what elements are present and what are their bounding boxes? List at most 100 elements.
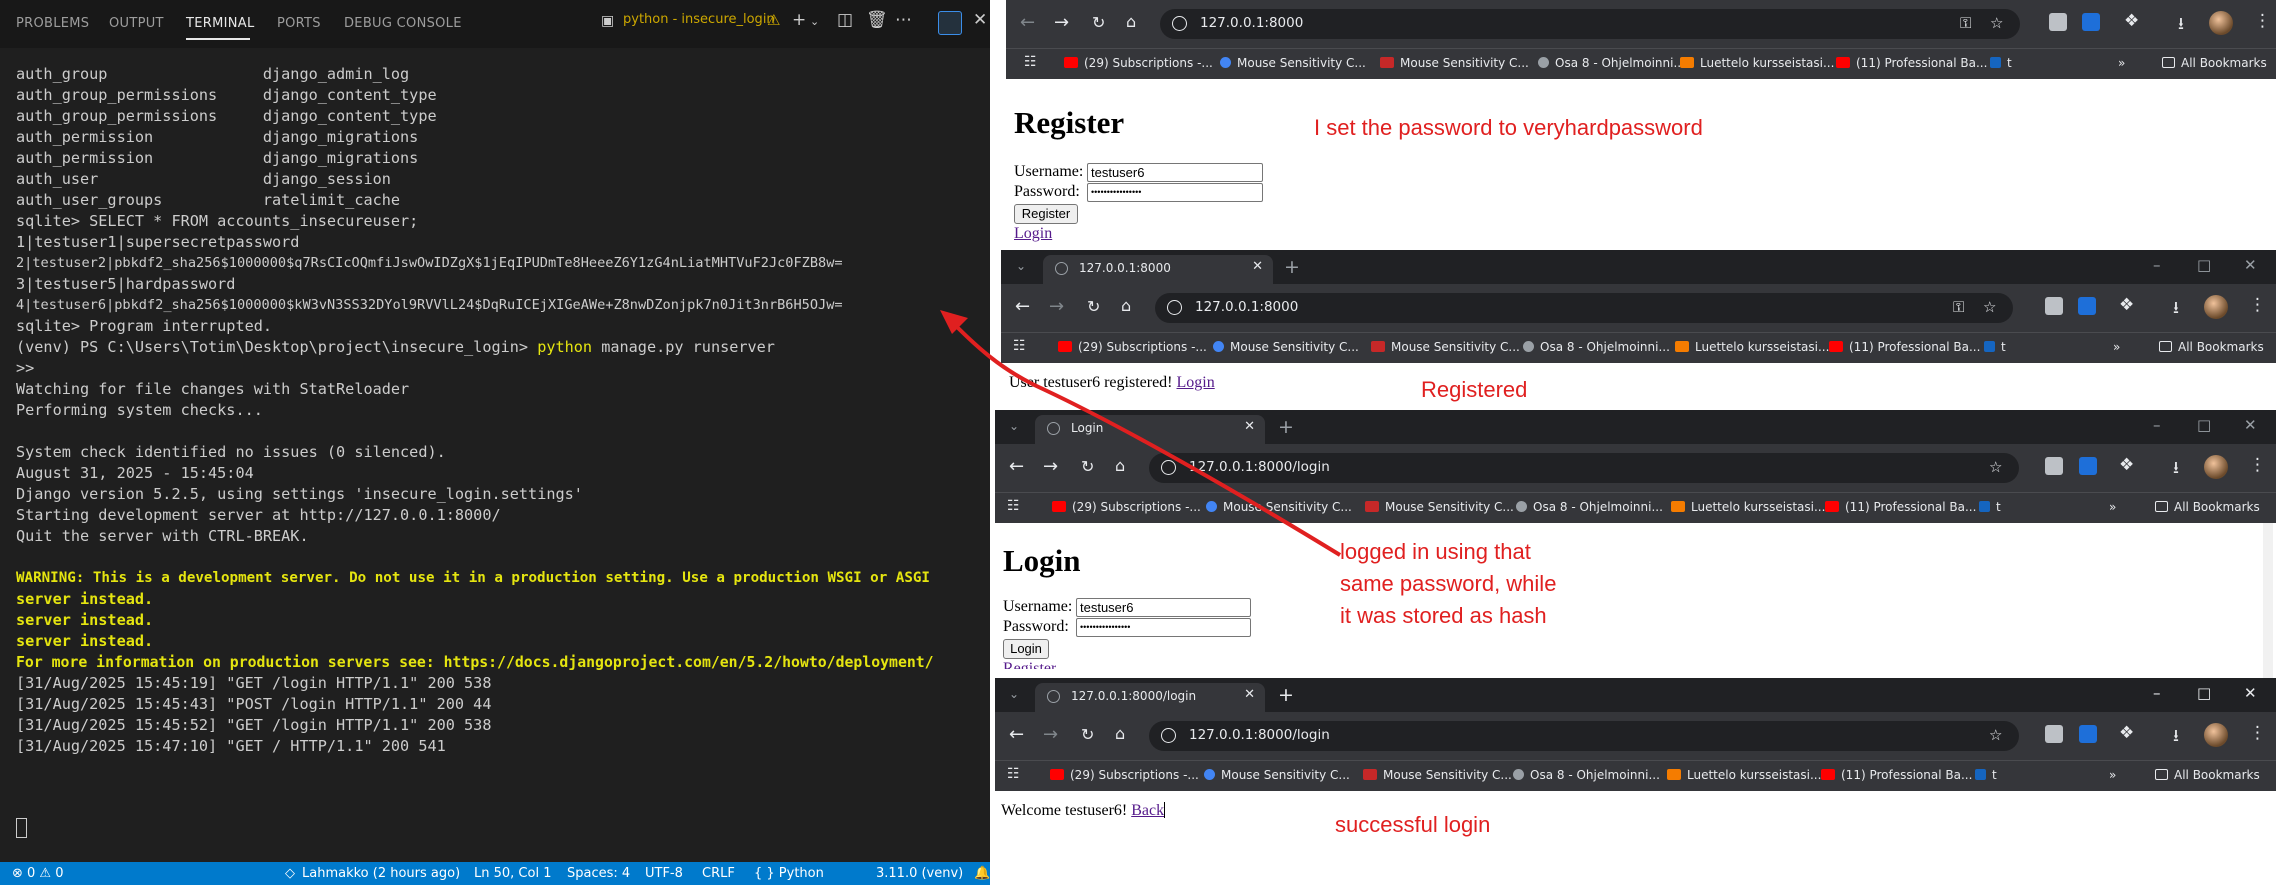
tab-search-icon[interactable]: ⌄: [1016, 259, 1026, 273]
all-bookmarks[interactable]: All Bookmarks: [2159, 340, 2264, 354]
site-info-icon[interactable]: [1167, 300, 1182, 315]
apps-icon[interactable]: ☷: [1007, 766, 1020, 782]
bookmark-item[interactable]: (29) Subscriptions -...: [1064, 56, 1213, 70]
close-window-icon[interactable]: ✕: [2244, 416, 2257, 434]
profile-avatar[interactable]: [2209, 11, 2233, 35]
password-field[interactable]: ••••••••••••••••: [1087, 183, 1263, 202]
bookmark-item[interactable]: Luettelo kursseistasi...: [1667, 768, 1821, 782]
url-text[interactable]: 127.0.0.1:8000/login: [1189, 459, 1330, 475]
bookmark-item[interactable]: Mouse Sensitivity C...: [1213, 340, 1359, 354]
browser-tab[interactable]: 127.0.0.1:8000 ✕: [1043, 255, 1273, 284]
minimize-icon[interactable]: –: [2153, 256, 2161, 274]
extensions-puzzle-icon[interactable]: ❖: [2119, 723, 2134, 743]
close-tab-icon[interactable]: ✕: [1244, 419, 1255, 434]
login-link[interactable]: Login: [1177, 374, 1215, 391]
forward-icon[interactable]: →: [1043, 724, 1058, 745]
bookmark-item[interactable]: (29) Subscriptions -...: [1052, 500, 1201, 514]
site-info-icon[interactable]: [1172, 16, 1187, 31]
more-bookmarks-icon[interactable]: »: [2109, 500, 2116, 514]
url-text[interactable]: 127.0.0.1:8000/login: [1189, 727, 1330, 743]
extension-icon[interactable]: [2082, 13, 2100, 31]
bookmark-star-icon[interactable]: ☆: [1990, 14, 2003, 32]
close-tab-icon[interactable]: ✕: [1244, 687, 1255, 702]
extensions-puzzle-icon[interactable]: ❖: [2124, 11, 2139, 31]
bookmark-star-icon[interactable]: ☆: [1983, 298, 1996, 316]
restore-icon[interactable]: □: [2197, 256, 2211, 274]
bookmark-item[interactable]: Osa 8 - Ohjelmoinni...: [1516, 500, 1663, 514]
bookmark-item[interactable]: (11) Professional Ba...: [1821, 768, 1972, 782]
address-bar[interactable]: 127.0.0.1:8000/login ☆: [1149, 721, 2019, 751]
close-window-icon[interactable]: ✕: [2244, 684, 2257, 702]
reload-icon[interactable]: ↻: [1081, 457, 1094, 476]
register-link[interactable]: Register: [1003, 660, 1056, 669]
bookmark-item[interactable]: Mouse Sensitivity C...: [1206, 500, 1352, 514]
browser-tab[interactable]: 127.0.0.1:8000/login ✕: [1035, 683, 1265, 712]
forward-icon[interactable]: →: [1043, 456, 1058, 477]
bookmark-item[interactable]: Osa 8 - Ohjelmoinni...: [1538, 56, 1685, 70]
bookmark-item[interactable]: Osa 8 - Ohjelmoinni...: [1513, 768, 1660, 782]
page-scrollbar[interactable]: [2263, 523, 2273, 678]
profile-avatar[interactable]: [2204, 723, 2228, 747]
bookmark-item[interactable]: Mouse Sensitivity C...: [1363, 768, 1512, 782]
site-info-icon[interactable]: [1161, 460, 1176, 475]
all-bookmarks[interactable]: All Bookmarks: [2155, 768, 2260, 782]
more-bookmarks-icon[interactable]: »: [2118, 56, 2125, 70]
download-icon[interactable]: ⭳: [2173, 455, 2179, 484]
apps-icon[interactable]: ☷: [1013, 338, 1026, 354]
profile-avatar[interactable]: [2204, 295, 2228, 319]
key-icon[interactable]: ⚿: [1953, 298, 1964, 316]
tab-search-icon[interactable]: ⌄: [1009, 687, 1019, 701]
minimize-icon[interactable]: –: [2153, 684, 2161, 702]
download-icon[interactable]: ⭳: [2178, 11, 2184, 40]
new-tab-icon[interactable]: +: [1278, 684, 1294, 706]
bookmark-item[interactable]: t: [1979, 500, 2001, 514]
restore-icon[interactable]: □: [2197, 416, 2211, 434]
minimize-icon[interactable]: –: [2153, 416, 2161, 434]
register-button[interactable]: Register: [1014, 204, 1078, 224]
all-bookmarks[interactable]: All Bookmarks: [2155, 500, 2260, 514]
reload-icon[interactable]: ↻: [1081, 725, 1094, 744]
bookmark-item[interactable]: t: [1990, 56, 2012, 70]
menu-icon[interactable]: ⋮: [2249, 723, 2266, 743]
home-icon[interactable]: ⌂: [1121, 296, 1131, 315]
profile-avatar[interactable]: [2204, 455, 2228, 479]
home-icon[interactable]: ⌂: [1115, 456, 1125, 475]
new-tab-icon[interactable]: +: [1278, 416, 1294, 438]
username-field[interactable]: testuser6: [1076, 598, 1251, 617]
bookmark-item[interactable]: t: [1975, 768, 1997, 782]
more-bookmarks-icon[interactable]: »: [2109, 768, 2116, 782]
extensions-puzzle-icon[interactable]: ❖: [2119, 295, 2134, 315]
all-bookmarks[interactable]: All Bookmarks: [2162, 56, 2267, 70]
bookmark-item[interactable]: (29) Subscriptions -...: [1050, 768, 1199, 782]
address-bar[interactable]: 127.0.0.1:8000 ⚿ ☆: [1155, 293, 2013, 323]
home-icon[interactable]: ⌂: [1115, 724, 1125, 743]
extension-icon[interactable]: [2045, 725, 2063, 743]
extension-icon[interactable]: [2078, 297, 2096, 315]
reload-icon[interactable]: ↻: [1087, 297, 1100, 316]
extension-icon[interactable]: [2049, 13, 2067, 31]
bookmark-item[interactable]: Mouse Sensitivity C...: [1204, 768, 1350, 782]
back-link[interactable]: Back: [1131, 802, 1164, 819]
site-info-icon[interactable]: [1161, 728, 1176, 743]
close-tab-icon[interactable]: ✕: [1252, 259, 1263, 274]
back-icon[interactable]: ←: [1015, 296, 1030, 317]
extension-icon[interactable]: [2045, 297, 2063, 315]
restore-icon[interactable]: □: [2197, 684, 2211, 702]
bookmark-item[interactable]: (29) Subscriptions -...: [1058, 340, 1207, 354]
bookmark-item[interactable]: Mouse Sensitivity C...: [1220, 56, 1366, 70]
bookmark-item[interactable]: Luettelo kursseistasi...: [1671, 500, 1825, 514]
download-icon[interactable]: ⭳: [2173, 295, 2179, 324]
reload-icon[interactable]: ↻: [1092, 13, 1105, 32]
bookmark-star-icon[interactable]: ☆: [1989, 726, 2002, 744]
login-button[interactable]: Login: [1003, 639, 1049, 659]
extensions-puzzle-icon[interactable]: ❖: [2119, 455, 2134, 475]
bookmark-item[interactable]: Osa 8 - Ohjelmoinni...: [1523, 340, 1670, 354]
back-icon[interactable]: ←: [1020, 12, 1035, 33]
menu-icon[interactable]: ⋮: [2249, 295, 2266, 315]
address-bar[interactable]: 127.0.0.1:8000 ⚿ ☆: [1160, 9, 2020, 39]
bookmark-star-icon[interactable]: ☆: [1989, 458, 2002, 476]
bookmark-item[interactable]: (11) Professional Ba...: [1836, 56, 1987, 70]
more-bookmarks-icon[interactable]: »: [2113, 340, 2120, 354]
login-link[interactable]: Login: [1014, 225, 1052, 243]
bookmark-item[interactable]: Mouse Sensitivity C...: [1371, 340, 1520, 354]
